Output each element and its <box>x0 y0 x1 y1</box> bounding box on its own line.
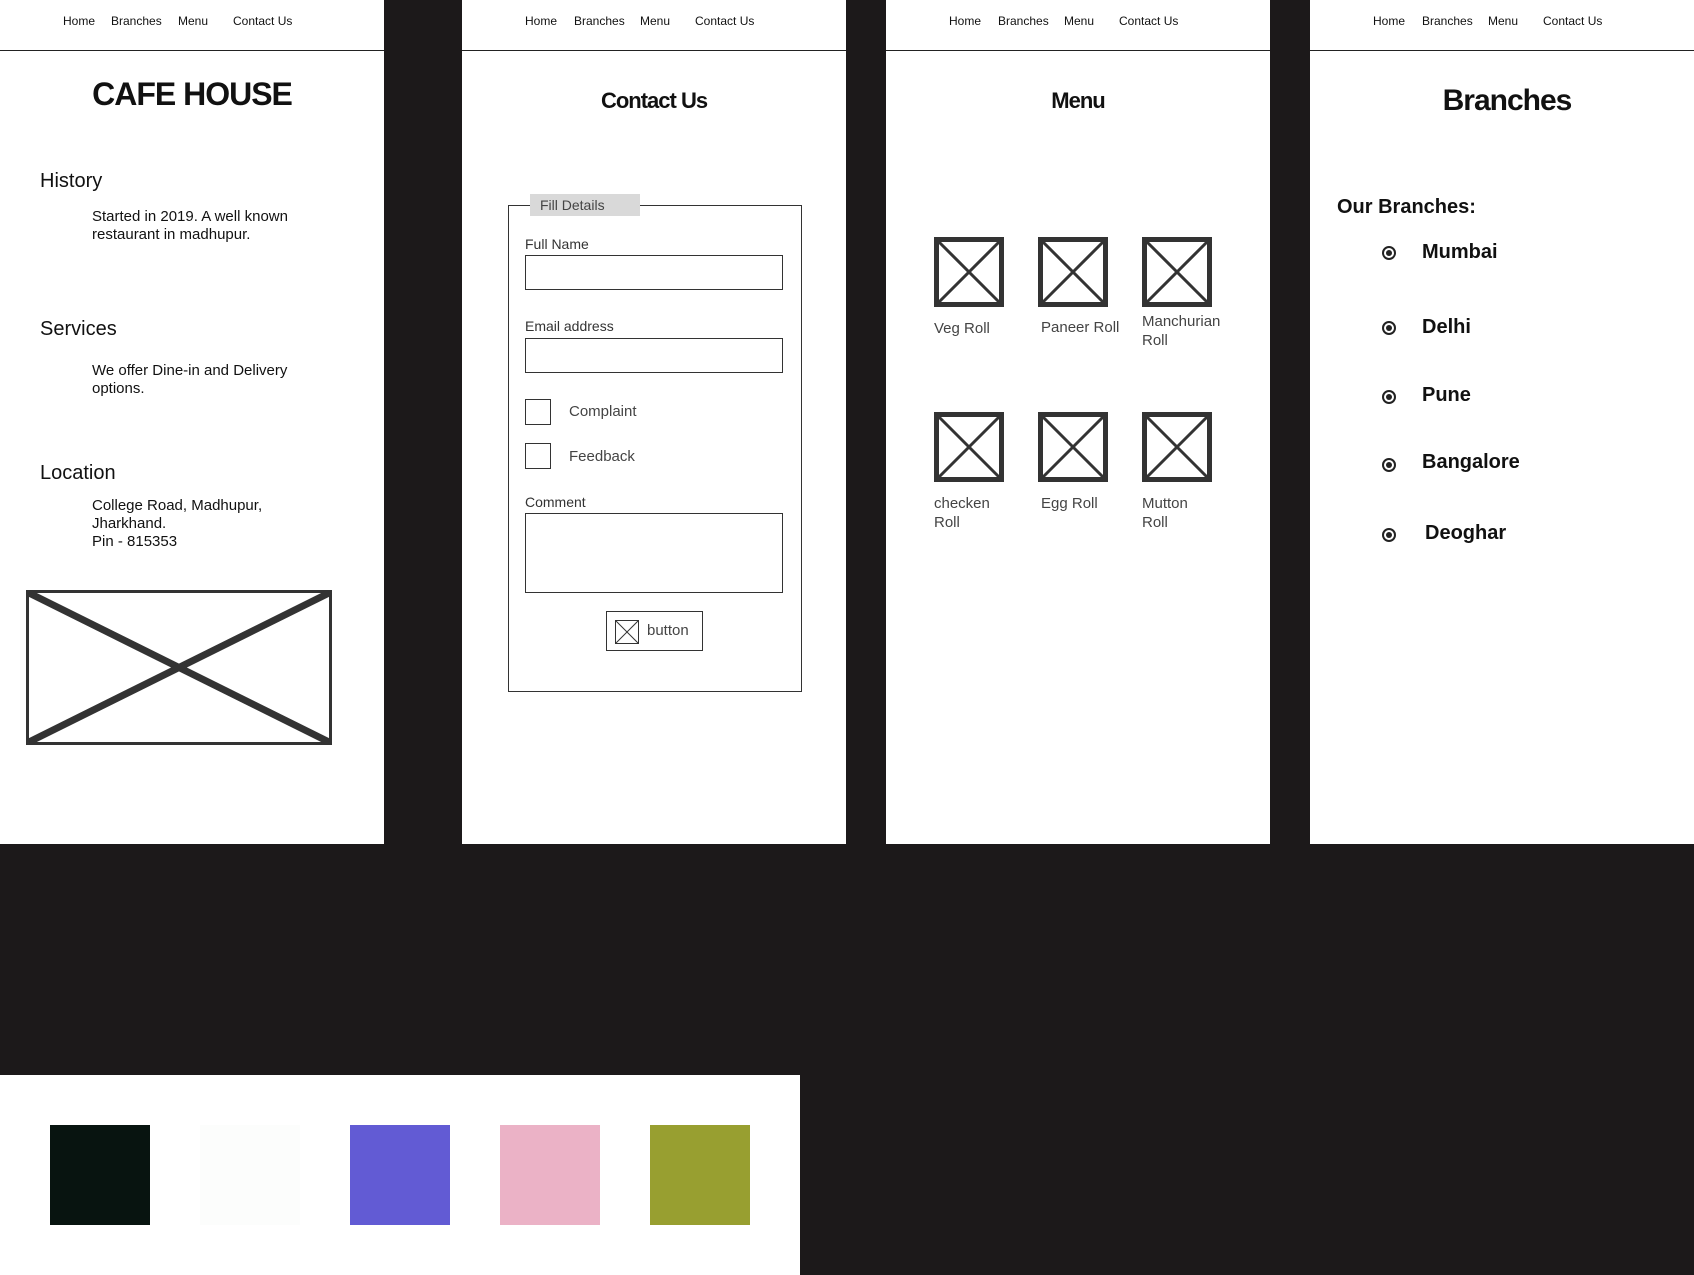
nav-menu[interactable]: Menu <box>640 14 670 28</box>
branch-radio[interactable] <box>1382 458 1396 472</box>
submit-button[interactable]: button <box>606 611 703 651</box>
email-input[interactable] <box>525 338 783 373</box>
nav-branches[interactable]: Branches <box>574 14 625 28</box>
color-palette <box>0 1075 800 1275</box>
menu-item-image-icon[interactable] <box>934 237 1004 307</box>
menu-item-label: checken Roll <box>934 495 990 531</box>
nav-branches[interactable]: Branches <box>1422 14 1473 28</box>
page-title: Branches <box>1442 84 1573 117</box>
branch-label: Delhi <box>1422 316 1471 338</box>
branch-radio[interactable] <box>1382 321 1396 335</box>
nav-home[interactable]: Home <box>63 14 95 28</box>
full-name-input[interactable] <box>525 255 783 290</box>
form-legend: Fill Details <box>530 194 640 216</box>
branch-radio[interactable] <box>1382 246 1396 260</box>
nav-bar: Home Branches Menu Contact Us <box>0 0 384 51</box>
color-swatch <box>50 1125 150 1225</box>
nav-contact[interactable]: Contact Us <box>695 14 754 28</box>
branch-label: Bangalore <box>1422 451 1520 473</box>
color-swatch <box>200 1125 300 1225</box>
color-swatch <box>500 1125 600 1225</box>
nav-branches[interactable]: Branches <box>998 14 1049 28</box>
color-swatch <box>650 1125 750 1225</box>
nav-home[interactable]: Home <box>949 14 981 28</box>
page-title: Menu <box>1051 88 1105 113</box>
image-placeholder-icon <box>26 590 332 745</box>
branches-frame: Home Branches Menu Contact Us Branches O… <box>1310 0 1694 844</box>
page-title: Contact Us <box>600 88 708 113</box>
comment-textarea[interactable] <box>525 513 783 593</box>
menu-item-label: Manchurian Roll <box>1142 313 1221 349</box>
menu-item-image-icon[interactable] <box>1142 237 1212 307</box>
location-text: College Road, Madhupur, Jharkhand. Pin -… <box>92 497 263 550</box>
menu-item-image-icon[interactable] <box>934 412 1004 482</box>
nav-bar: Home Branches Menu Contact Us <box>462 0 846 51</box>
submit-button-label: button <box>647 622 689 639</box>
nav-branches[interactable]: Branches <box>111 14 162 28</box>
branch-radio[interactable] <box>1382 528 1396 542</box>
history-heading: History <box>40 170 103 192</box>
comment-label: Comment <box>525 494 586 510</box>
menu-item-label: Egg Roll <box>1041 495 1098 512</box>
branch-label: Pune <box>1422 384 1471 406</box>
nav-menu[interactable]: Menu <box>1064 14 1094 28</box>
image-placeholder-icon <box>615 620 639 644</box>
feedback-checkbox[interactable] <box>525 443 551 469</box>
history-text: Started in 2019. A well known restaurant… <box>92 208 288 243</box>
location-heading: Location <box>40 462 116 484</box>
nav-home[interactable]: Home <box>1373 14 1405 28</box>
feedback-label: Feedback <box>569 448 635 465</box>
menu-item-image-icon[interactable] <box>1038 237 1108 307</box>
branch-radio[interactable] <box>1382 390 1396 404</box>
nav-bar: Home Branches Menu Contact Us <box>886 0 1270 51</box>
menu-item-image-icon[interactable] <box>1142 412 1212 482</box>
page-title: CAFE HOUSE <box>92 76 293 112</box>
nav-bar: Home Branches Menu Contact Us <box>1310 0 1694 51</box>
home-frame: Home Branches Menu Contact Us CAFE HOUSE… <box>0 0 384 844</box>
branch-label: Deoghar <box>1425 522 1507 544</box>
nav-home[interactable]: Home <box>525 14 557 28</box>
email-label: Email address <box>525 318 614 334</box>
menu-item-label: Mutton Roll <box>1142 495 1188 531</box>
contact-frame: Home Branches Menu Contact Us Contact Us… <box>462 0 846 844</box>
complaint-label: Complaint <box>569 403 637 420</box>
nav-contact[interactable]: Contact Us <box>1543 14 1602 28</box>
menu-item-label: Paneer Roll <box>1041 319 1120 336</box>
branch-label: Mumbai <box>1422 241 1498 263</box>
services-heading: Services <box>40 318 117 340</box>
menu-frame: Home Branches Menu Contact Us Menu Veg R… <box>886 0 1270 844</box>
nav-menu[interactable]: Menu <box>178 14 208 28</box>
color-swatch <box>350 1125 450 1225</box>
nav-contact[interactable]: Contact Us <box>1119 14 1178 28</box>
services-text: We offer Dine-in and Delivery options. <box>92 362 288 397</box>
complaint-checkbox[interactable] <box>525 399 551 425</box>
nav-contact[interactable]: Contact Us <box>233 14 292 28</box>
branches-subtitle: Our Branches: <box>1337 196 1476 218</box>
menu-item-label: Veg Roll <box>934 320 990 337</box>
nav-menu[interactable]: Menu <box>1488 14 1518 28</box>
menu-item-image-icon[interactable] <box>1038 412 1108 482</box>
full-name-label: Full Name <box>525 236 589 252</box>
